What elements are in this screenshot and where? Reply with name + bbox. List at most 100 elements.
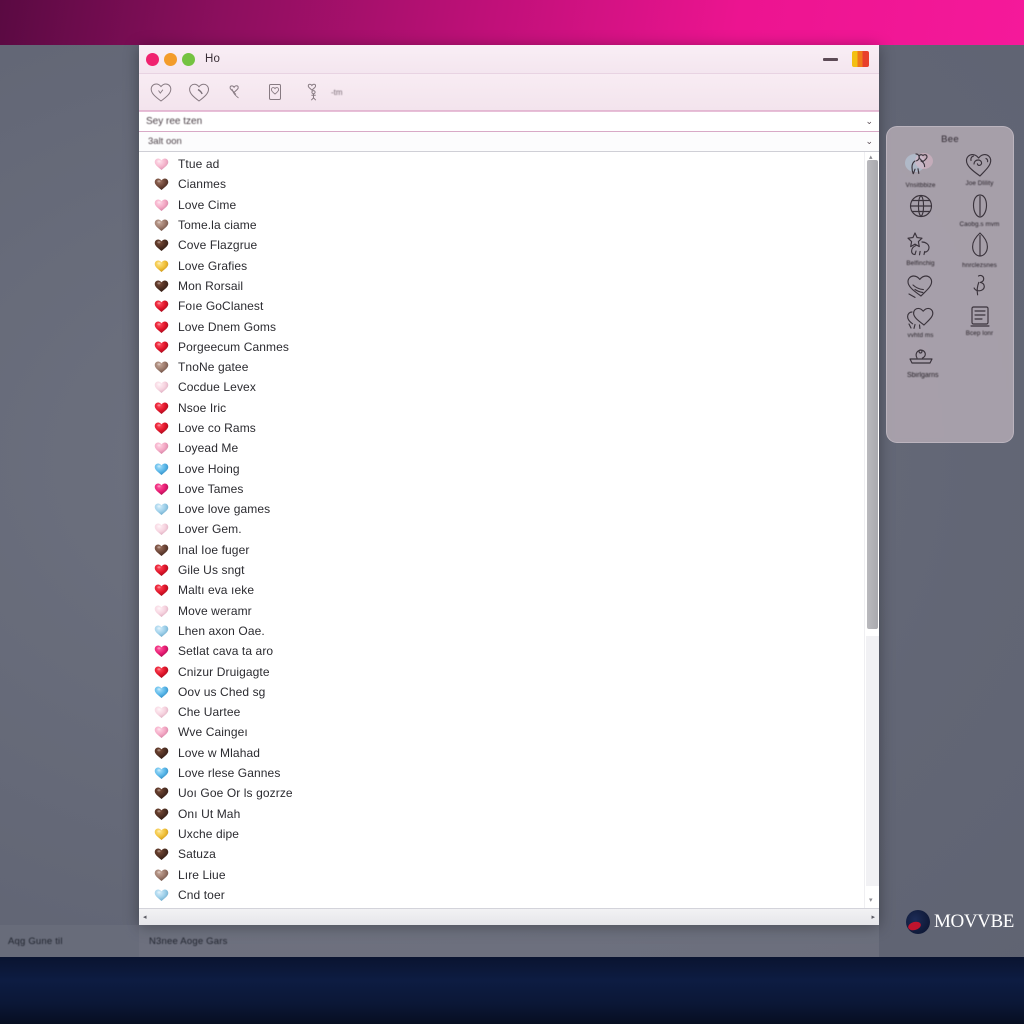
panel-item-label: vvhtd ms: [907, 331, 934, 339]
list-item[interactable]: Maltı eva ıeke: [139, 580, 864, 600]
list-item[interactable]: Cnizur Druigagte: [139, 661, 864, 681]
panel-item[interactable]: Belfinchig: [893, 231, 948, 270]
app-color-icon[interactable]: [852, 51, 869, 67]
chevron-down-icon[interactable]: ⌄: [865, 116, 873, 127]
heart-icon: [154, 502, 169, 516]
scrollbar-track[interactable]: [866, 635, 879, 886]
filter-bar[interactable]: 3alt oon ⌄: [139, 132, 879, 152]
filter-input[interactable]: 3alt oon: [148, 136, 865, 147]
list-item[interactable]: Foıe GoClanest: [139, 296, 864, 316]
list-item[interactable]: Love rlese Gannes: [139, 763, 864, 783]
panel-item[interactable]: Caobg.s mvm: [952, 192, 1007, 229]
panel-item-label: hnrclezsnes: [962, 261, 997, 269]
heart-check-icon[interactable]: [185, 79, 212, 105]
item-list[interactable]: Ttue ad Cianmes Love Cime Tome.la ciame Cove…: [139, 152, 864, 908]
list-item[interactable]: Setlat cava ta aro: [139, 641, 864, 661]
minimize-button[interactable]: [164, 52, 177, 66]
list-item[interactable]: Inal Ioe fuger: [139, 540, 864, 560]
list-item[interactable]: Loyead Me: [139, 438, 864, 458]
heart-icon: [154, 888, 169, 902]
search-bar[interactable]: Sey ree tzen ⌄: [139, 111, 879, 132]
list-item[interactable]: Oov us Ched sg: [139, 682, 864, 702]
panel-item-label: Caobg.s mvm: [959, 220, 1000, 228]
heart-icon: [154, 279, 169, 293]
scroll-down-arrow-icon[interactable]: ▾: [869, 896, 873, 904]
list-item[interactable]: Cnd toer: [139, 885, 864, 905]
panel-item-label: Vnsitbbize: [905, 182, 936, 189]
vertical-scrollbar[interactable]: ▴ ▾: [864, 152, 879, 908]
list-item[interactable]: Love co Rams: [139, 418, 864, 438]
sketch-heart-snail-icon: [963, 151, 997, 179]
minimize-dash-icon[interactable]: [823, 57, 838, 61]
maximize-button[interactable]: [182, 52, 195, 66]
panel-item-label: Belfinchig: [906, 259, 935, 267]
panel-item[interactable]: Bcep lonr: [952, 303, 1007, 340]
filter-chevron-down-icon[interactable]: ⌄: [865, 136, 873, 147]
double-heart-icon[interactable]: [223, 79, 250, 105]
list-item-label: Lover Gem.: [178, 522, 242, 537]
heart-icon: [154, 340, 169, 354]
panel-item[interactable]: [893, 192, 948, 229]
heart-icon: [154, 218, 169, 232]
search-input[interactable]: Sey ree tzen: [146, 116, 865, 127]
list-item[interactable]: Lover Gem.: [139, 519, 864, 539]
panel-icon-grid: Vnsitbbize Joe Dlility Caobg.s mvm Belfinch…: [893, 151, 1007, 368]
panel-item[interactable]: vvhtd ms: [893, 303, 948, 340]
panel-item[interactable]: [952, 272, 1007, 301]
list-item-label: Love Grafies: [178, 258, 248, 273]
list-item[interactable]: TnoNe gatee: [139, 357, 864, 377]
scroll-right-arrow-icon[interactable]: ▸: [871, 913, 875, 921]
list-item-label: Love Dnem Goms: [178, 319, 277, 334]
heart-icon: [154, 401, 169, 415]
list-item[interactable]: Tome.la ciame: [139, 215, 864, 235]
panel-item[interactable]: Joe Dlility: [952, 151, 1007, 190]
panel-item[interactable]: [893, 341, 948, 368]
list-item[interactable]: Lıre Liue: [139, 864, 864, 884]
panel-item[interactable]: Vnsitbbize: [893, 151, 948, 190]
list-item[interactable]: Cianmes: [139, 174, 864, 194]
heart-icon: [154, 299, 169, 313]
list-item[interactable]: Lhen axon Oae.: [139, 621, 864, 641]
list-item[interactable]: Love Tames: [139, 479, 864, 499]
heart-page-icon[interactable]: [261, 79, 288, 105]
list-item[interactable]: Love Grafies: [139, 255, 864, 275]
heart-icon: [154, 766, 169, 780]
list-item[interactable]: Uxche dipe: [139, 824, 864, 844]
list-item[interactable]: Love Hoing: [139, 458, 864, 478]
list-item-label: Foıe GoClanest: [178, 299, 264, 314]
close-button[interactable]: [146, 52, 159, 66]
list-item[interactable]: Love Cime: [139, 195, 864, 215]
list-item-label: Porgeecum Canmes: [178, 339, 289, 354]
list-item[interactable]: Move weramr: [139, 601, 864, 621]
list-item[interactable]: Gile Us sngt: [139, 560, 864, 580]
desktop-bottom-gradient-band: [0, 957, 1024, 1024]
panel-item[interactable]: hnrclezsnes: [952, 231, 1007, 270]
list-item[interactable]: Love Dnem Goms: [139, 316, 864, 336]
list-item[interactable]: Wve Caingeı: [139, 722, 864, 742]
scroll-left-arrow-icon[interactable]: ◂: [143, 913, 147, 921]
list-item[interactable]: Che Uartee: [139, 702, 864, 722]
list-item[interactable]: Ttue ad: [139, 154, 864, 174]
list-item[interactable]: Cocdue Levex: [139, 377, 864, 397]
heart-person-icon[interactable]: [299, 79, 326, 105]
list-item[interactable]: Love love games: [139, 499, 864, 519]
panel-item[interactable]: [893, 272, 948, 301]
list-item[interactable]: Love w Mlahad: [139, 743, 864, 763]
list-item-label: Satuza: [178, 847, 216, 862]
list-item-label: Move weramr: [178, 603, 252, 618]
list-item[interactable]: Cove Flazgrue: [139, 235, 864, 255]
heart-icon: [154, 868, 169, 882]
heart-icon: [154, 624, 169, 638]
heart-icon: [154, 380, 169, 394]
heart-outline-icon[interactable]: [147, 79, 174, 105]
list-item[interactable]: Mon Rorsail: [139, 276, 864, 296]
list-item[interactable]: Onı Ut Mah: [139, 804, 864, 824]
scrollbar-thumb[interactable]: [867, 160, 878, 629]
list-item[interactable]: Nsoe Iric: [139, 398, 864, 418]
sketch-star-dog-icon: [904, 231, 938, 259]
list-item[interactable]: Satuza: [139, 844, 864, 864]
list-item[interactable]: Uoı Goe Or ls gozrze: [139, 783, 864, 803]
list-item-label: Cocdue Levex: [178, 380, 256, 395]
list-item[interactable]: Porgeecum Canmes: [139, 337, 864, 357]
horizontal-scrollbar[interactable]: ◂ ▸: [139, 908, 879, 925]
